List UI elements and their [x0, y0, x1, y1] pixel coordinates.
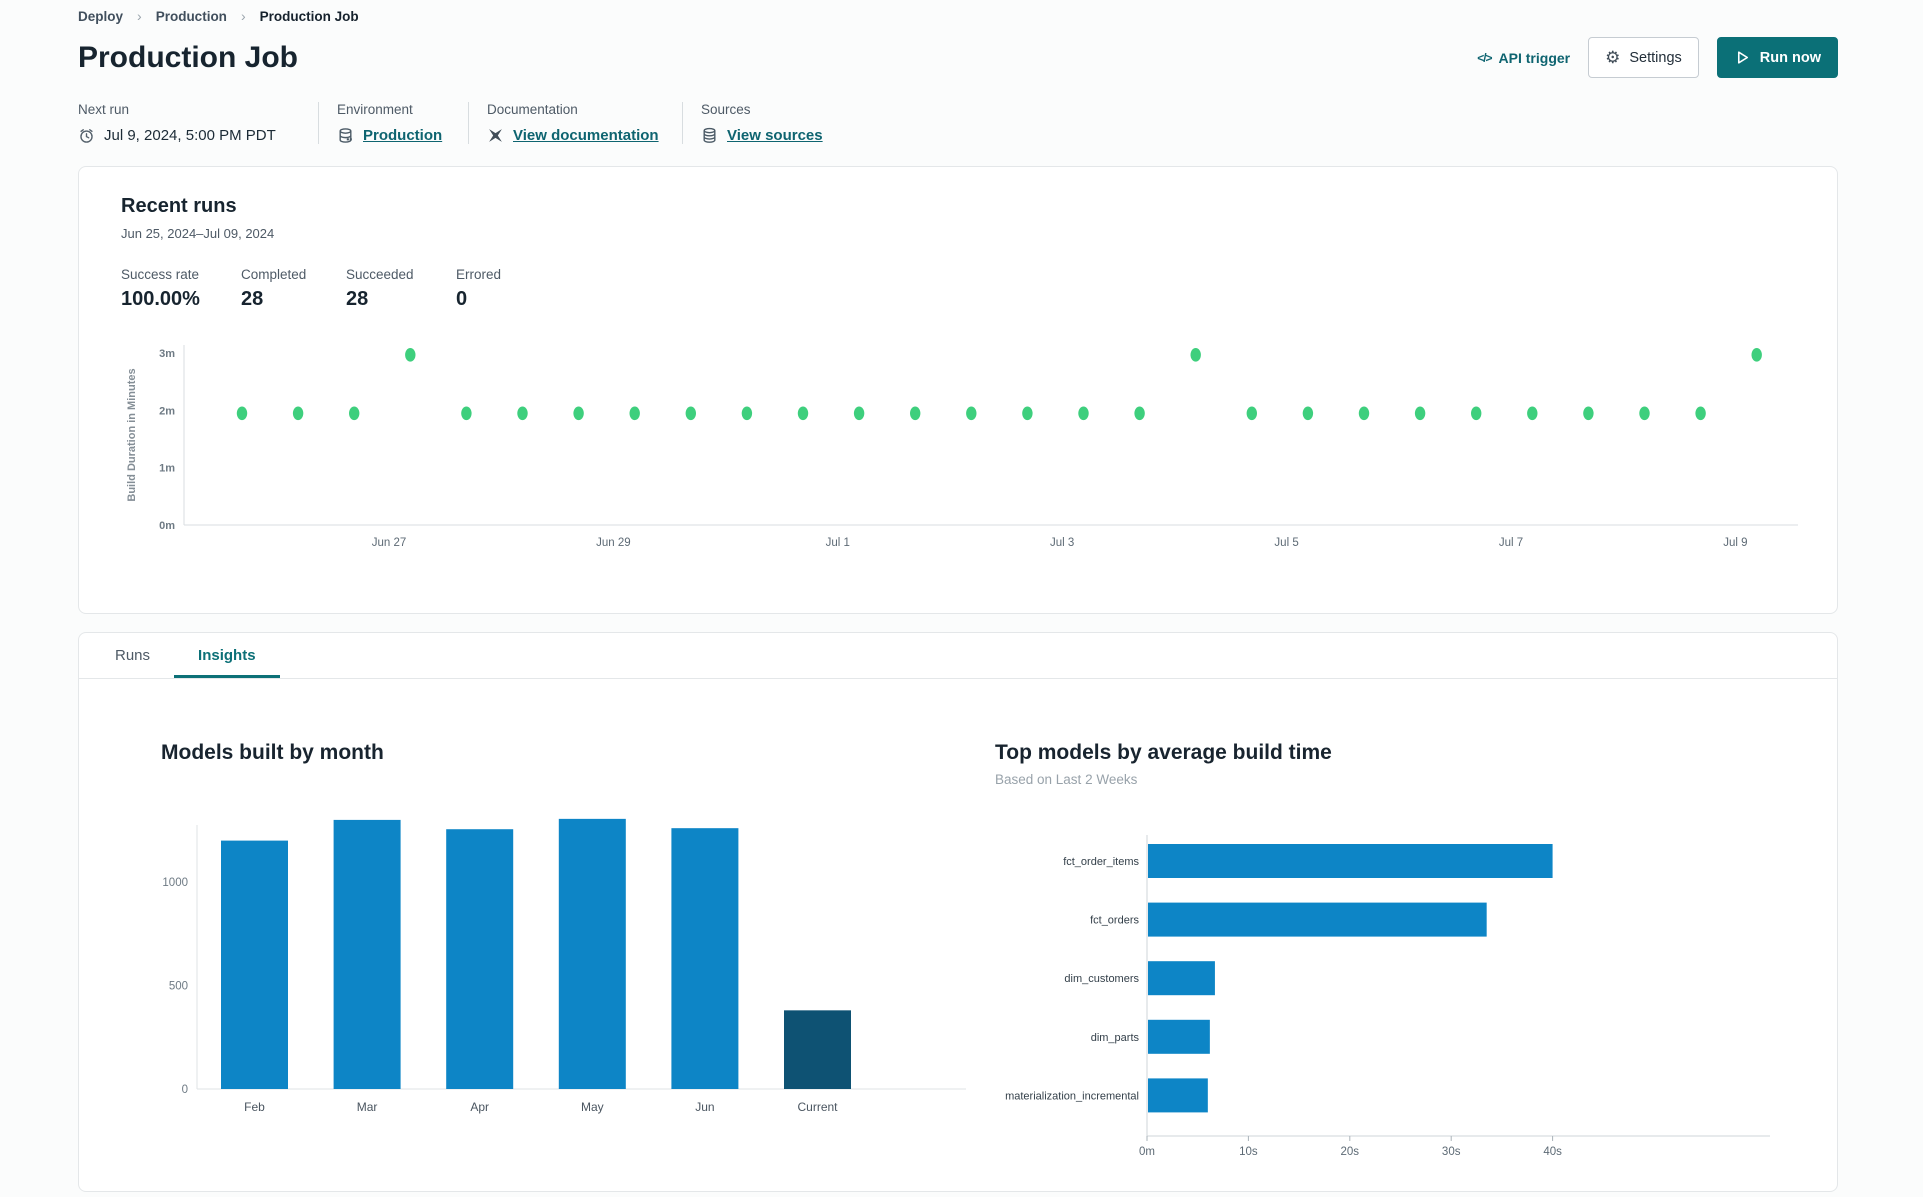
models-by-month-chart: 0 500 1000 Feb Mar Apr May Jun Current — [162, 818, 966, 1114]
svg-text:Apr: Apr — [470, 1100, 489, 1114]
view-sources-link[interactable]: View sources — [727, 127, 823, 144]
svg-text:dim_customers: dim_customers — [1064, 973, 1139, 985]
svg-text:0: 0 — [182, 1084, 188, 1096]
environment-section: Environment Production — [318, 102, 468, 144]
documentation-section: Documentation View documentation — [468, 102, 682, 144]
environment-value-row: Production — [337, 127, 442, 144]
svg-text:20s: 20s — [1341, 1146, 1360, 1158]
svg-text:Jun 29: Jun 29 — [596, 537, 631, 549]
settings-label: Settings — [1629, 49, 1682, 66]
breadcrumb: Deploy › Production › Production Job — [78, 8, 1838, 24]
svg-text:Jul 5: Jul 5 — [1274, 537, 1298, 549]
top-models-title: Top models by average build time — [995, 741, 1332, 764]
tab-bar: Runs Insights — [79, 633, 1837, 679]
svg-text:Jul 1: Jul 1 — [826, 537, 850, 549]
breadcrumb-production[interactable]: Production — [156, 9, 227, 24]
database-stack-icon — [703, 127, 716, 143]
svg-text:1m: 1m — [159, 463, 175, 475]
settings-button[interactable]: ⚙ Settings — [1588, 37, 1699, 78]
page-title: Production Job — [78, 40, 298, 74]
chevron-right-icon: › — [137, 8, 142, 24]
svg-text:Mar: Mar — [357, 1100, 378, 1114]
next-run-label: Next run — [78, 102, 130, 117]
svg-text:10s: 10s — [1239, 1146, 1258, 1158]
breadcrumb-production-job: Production Job — [259, 8, 359, 24]
breadcrumb-deploy[interactable]: Deploy — [78, 9, 123, 24]
run-now-label: Run now — [1759, 49, 1821, 66]
gear-icon: ⚙ — [1605, 48, 1621, 67]
svg-text:fct_order_items: fct_order_items — [1063, 856, 1139, 868]
top-models-section: Top models by average build time Based o… — [995, 741, 1795, 1166]
svg-text:Jul 3: Jul 3 — [1050, 537, 1074, 549]
next-run-datetime: Jul 9, 2024, 5:00 PM PDT — [104, 127, 276, 144]
run-now-button[interactable]: Run now — [1716, 37, 1838, 78]
page: Deploy › Production › Production Job Pro… — [0, 0, 1923, 1192]
stat-errored: Errored 0 — [456, 267, 502, 310]
chevron-right-icon: › — [240, 8, 246, 24]
code-icon: </> — [1477, 50, 1492, 65]
view-documentation-link[interactable]: View documentation — [513, 127, 659, 144]
header-actions: </> API trigger ⚙ Settings Run now — [1477, 37, 1838, 78]
top-models-chart: fct_order_items fct_orders dim_customersdi… — [1005, 835, 1770, 1158]
svg-text:Current: Current — [797, 1100, 838, 1114]
next-run-value-row: Jul 9, 2024, 5:00 PM PDT — [78, 127, 292, 144]
svg-text:3m: 3m — [159, 348, 175, 360]
next-run-section: Next run Jul 9, 2024, 5:00 PM PDT — [78, 102, 318, 144]
api-trigger-link[interactable]: </> API trigger — [1477, 50, 1570, 66]
scatter-plot: 0m 1m 2m 3m Build Duration in Minutes Jun 27 J… — [126, 345, 1798, 549]
recent-runs-title: Recent runs — [121, 195, 237, 217]
environment-link[interactable]: Production — [363, 127, 442, 144]
models-by-month-title: Models built by month — [161, 741, 384, 764]
database-icon — [339, 128, 352, 143]
api-trigger-label: API trigger — [1498, 49, 1571, 66]
svg-text:500: 500 — [169, 981, 188, 993]
tab-runs[interactable]: Runs — [91, 633, 174, 678]
documentation-label: Documentation — [487, 102, 578, 117]
svg-text:May: May — [581, 1100, 604, 1114]
job-info-bar: Next run Jul 9, 2024, 5:00 PM PDT Enviro… — [78, 102, 1838, 144]
stat-completed: Completed 28 — [241, 267, 307, 310]
svg-text:2m: 2m — [159, 405, 175, 417]
svg-text:fct_orders: fct_orders — [1090, 915, 1139, 927]
top-models-subtitle: Based on Last 2 Weeks — [995, 772, 1138, 787]
svg-text:40s: 40s — [1543, 1146, 1562, 1158]
tab-insights[interactable]: Insights — [174, 633, 280, 678]
stat-succeeded: Succeeded 28 — [346, 267, 414, 310]
svg-text:Feb: Feb — [244, 1100, 265, 1114]
svg-text:dim_parts: dim_parts — [1091, 1032, 1140, 1044]
recent-runs-stats: Success rate 100.00% Completed 28 Succee… — [121, 267, 1795, 311]
models-by-month-section: Models built by month 0 500 1000 Feb Mar Apr M… — [121, 741, 995, 1166]
page-header: Production Job </> API trigger ⚙ Setting… — [78, 37, 1838, 78]
dbt-docs-icon — [489, 129, 502, 142]
svg-text:0m: 0m — [1139, 1146, 1155, 1158]
svg-text:0m: 0m — [159, 520, 175, 532]
sources-value-row: View sources — [701, 127, 823, 144]
recent-runs-date-range: Jun 25, 2024–Jul 09, 2024 — [121, 226, 275, 241]
environment-label: Environment — [337, 102, 413, 117]
run-duration-scatter-chart: 0m 1m 2m 3m Build Duration in Minutes Jun 27 J… — [121, 335, 1798, 560]
alarm-clock-icon — [80, 129, 93, 143]
play-icon — [1737, 51, 1748, 64]
svg-text:1000: 1000 — [162, 877, 188, 889]
sources-label: Sources — [701, 102, 751, 117]
documentation-value-row: View documentation — [487, 127, 659, 144]
stat-success-rate: Success rate 100.00% — [121, 267, 200, 310]
scatter-ylabel: Build Duration in Minutes — [126, 368, 138, 501]
svg-text:materialization_incremental: materialization_incremental — [1005, 1090, 1139, 1102]
job-detail-card: Runs Insights Models built by month 0 500… — [78, 632, 1838, 1192]
insights-panel: Models built by month 0 500 1000 Feb Mar Apr M… — [79, 679, 1837, 1166]
recent-runs-card: Recent runs Jun 25, 2024–Jul 09, 2024 Su… — [78, 166, 1838, 614]
svg-text:Jul 9: Jul 9 — [1723, 537, 1747, 549]
svg-text:Jul 7: Jul 7 — [1499, 537, 1523, 549]
svg-text:Jun 27: Jun 27 — [372, 537, 407, 549]
sources-section: Sources View sources — [682, 102, 849, 144]
svg-text:Jun: Jun — [695, 1100, 714, 1114]
svg-text:30s: 30s — [1442, 1146, 1461, 1158]
